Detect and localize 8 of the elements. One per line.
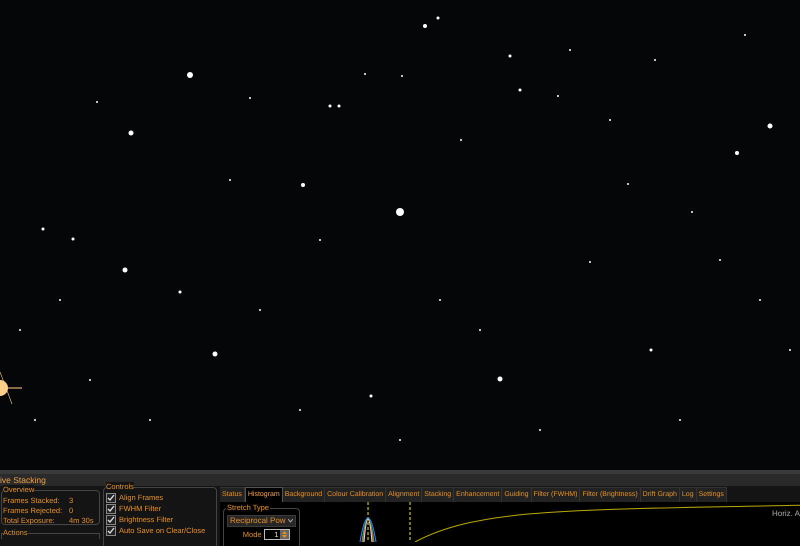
stretch-type-dropdown[interactable]: Reciprocal Pow — [227, 515, 296, 527]
checkbox[interactable] — [106, 515, 116, 525]
checkbox[interactable] — [106, 526, 116, 536]
checkbox[interactable] — [106, 493, 116, 503]
axis-label: Horiz. A — [772, 508, 800, 520]
spinner-arrows-icon — [280, 530, 289, 540]
caret-icon — [288, 519, 293, 523]
checkbox[interactable] — [106, 504, 116, 514]
